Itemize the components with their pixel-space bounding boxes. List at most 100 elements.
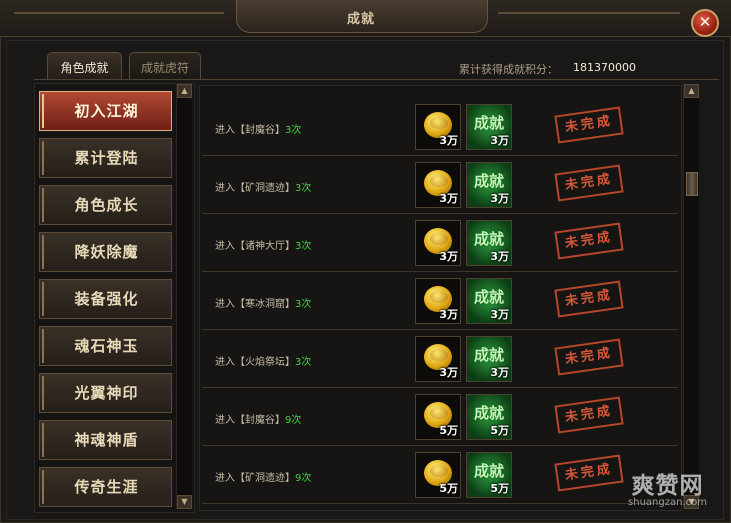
achievement-reward-slot[interactable]: 成就 3万	[466, 336, 512, 382]
incomplete-stamp: 未完成	[554, 280, 624, 318]
gold-reward-slot[interactable]: 3万	[415, 162, 461, 208]
category-item-5[interactable]: 魂石神玉	[39, 326, 172, 366]
gold-reward-amount: 5万	[439, 482, 458, 495]
category-label: 装备强化	[74, 290, 139, 308]
achievement-task-text: 进入【封魔谷】	[215, 125, 285, 136]
tab-divider	[34, 79, 719, 80]
category-label: 魂石神玉	[74, 337, 139, 355]
site-watermark: 爽赞网 shuangzan.com	[610, 466, 725, 508]
achievement-badge-icon: 成就	[473, 172, 504, 190]
tab-achievement-tally[interactable]: 成就虎符	[129, 52, 201, 80]
category-label: 传奇生涯	[74, 478, 139, 496]
close-button[interactable]: ✕	[691, 9, 719, 37]
category-item-8[interactable]: 传奇生涯	[39, 467, 172, 507]
gold-reward-slot[interactable]: 3万	[415, 104, 461, 150]
achievement-task: 进入【封魔谷】3次	[215, 121, 301, 136]
gold-coin-icon	[430, 233, 448, 245]
achievement-task-text: 进入【矿洞遗迹】	[215, 473, 295, 484]
achievement-reward-amount: 3万	[490, 308, 509, 321]
achievement-badge-icon: 成就	[473, 230, 504, 248]
gold-coin-icon	[430, 175, 448, 187]
gold-reward-slot[interactable]: 3万	[415, 220, 461, 266]
achievement-row: 进入【诸神大厅】3次 3万 成就 3万 未完成	[202, 216, 678, 272]
gold-reward-amount: 3万	[439, 250, 458, 263]
achievement-reward-amount: 3万	[490, 134, 509, 147]
achievement-reward-slot[interactable]: 成就 3万	[466, 220, 512, 266]
gold-coin-icon	[430, 291, 448, 303]
achievement-reward-amount: 5万	[490, 424, 509, 437]
gold-reward-slot[interactable]: 5万	[415, 452, 461, 498]
achievement-list-scrollbar[interactable]: ▲ ▼	[683, 84, 699, 509]
achievement-task: 进入【矿洞遗迹】3次	[215, 179, 311, 194]
category-item-6[interactable]: 光翼神印	[39, 373, 172, 413]
gold-reward-amount: 3万	[439, 308, 458, 321]
achievement-row: 进入【矿洞遗迹】3次 3万 成就 3万 未完成	[202, 158, 678, 214]
achievement-row: 进入【矿洞遗迹】9次 5万 成就 5万 未完成	[202, 448, 678, 504]
achievement-reward-amount: 3万	[490, 250, 509, 263]
gold-reward-amount: 3万	[439, 366, 458, 379]
achievement-count: 3次	[295, 357, 312, 368]
achievement-reward-slot[interactable]: 成就 3万	[466, 104, 512, 150]
achievement-task-text: 进入【封魔谷】	[215, 415, 285, 426]
scroll-up-arrow-icon[interactable]: ▲	[177, 84, 192, 98]
scroll-up-arrow-icon[interactable]: ▲	[684, 84, 699, 98]
achievement-reward-slot[interactable]: 成就 3万	[466, 278, 512, 324]
achievement-count: 3次	[285, 125, 302, 136]
achievement-reward-slot[interactable]: 成就 3万	[466, 162, 512, 208]
achievement-task-text: 进入【诸神大厅】	[215, 241, 295, 252]
achievement-row: 进入【寒冰洞窟】3次 3万 成就 3万 未完成	[202, 274, 678, 330]
category-item-7[interactable]: 神魂神盾	[39, 420, 172, 460]
incomplete-stamp: 未完成	[554, 106, 624, 144]
category-item-2[interactable]: 角色成长	[39, 185, 172, 225]
achievement-score-value: 181370000	[573, 61, 636, 74]
category-label: 角色成长	[74, 196, 139, 214]
achievement-task-text: 进入【矿洞遗迹】	[215, 183, 295, 194]
achievement-count: 9次	[285, 415, 302, 426]
title-ornament-right	[498, 12, 680, 14]
watermark-url: shuangzan.com	[628, 497, 707, 508]
gold-reward-slot[interactable]: 5万	[415, 394, 461, 440]
category-item-4[interactable]: 装备强化	[39, 279, 172, 319]
category-label: 光翼神印	[74, 384, 139, 402]
achievement-count: 9次	[295, 473, 312, 484]
category-item-3[interactable]: 降妖除魔	[39, 232, 172, 272]
achievement-task: 进入【火焰祭坛】3次	[215, 353, 311, 368]
achievement-reward-slot[interactable]: 成就 5万	[466, 394, 512, 440]
title-bar[interactable]: 成就 ✕	[0, 0, 731, 37]
achievement-task: 进入【诸神大厅】3次	[215, 237, 311, 252]
achievement-task: 进入【矿洞遗迹】9次	[215, 469, 311, 484]
tab-role-achievement[interactable]: 角色成就	[47, 52, 122, 80]
category-label: 初入江湖	[74, 102, 139, 120]
category-item-1[interactable]: 累计登陆	[39, 138, 172, 178]
category-label: 累计登陆	[74, 149, 139, 167]
window-title: 成就	[346, 12, 375, 27]
gold-reward-slot[interactable]: 3万	[415, 336, 461, 382]
scrollbar-thumb[interactable]	[686, 172, 698, 196]
title-ornament-left	[14, 12, 224, 14]
achievement-window: 成就 ✕ 角色成就 成就虎符 累计获得成就积分： 181370000 初入江湖 …	[0, 0, 731, 523]
category-panel: 初入江湖 累计登陆 角色成长 降妖除魔 装备强化 魂石神玉 光翼神印 神魂神盾 …	[34, 83, 195, 513]
category-label: 神魂神盾	[74, 431, 139, 449]
achievement-count: 3次	[295, 299, 312, 310]
achievement-row: 进入【火焰祭坛】3次 3万 成就 3万 未完成	[202, 332, 678, 388]
gold-reward-slot[interactable]: 3万	[415, 278, 461, 324]
watermark-logo: 爽赞网	[631, 473, 704, 499]
achievement-reward-amount: 5万	[490, 482, 509, 495]
category-scrollbar[interactable]: ▲ ▼	[176, 84, 192, 509]
gold-reward-amount: 3万	[439, 134, 458, 147]
achievement-row: 进入【封魔谷】3次 3万 成就 3万 未完成	[202, 100, 678, 156]
achievement-badge-icon: 成就	[473, 288, 504, 306]
achievement-task-text: 进入【火焰祭坛】	[215, 357, 295, 368]
category-item-0[interactable]: 初入江湖	[39, 91, 172, 131]
achievement-badge-icon: 成就	[473, 346, 504, 364]
achievement-row: 进入【封魔谷】9次 5万 成就 5万 未完成	[202, 390, 678, 446]
achievement-reward-slot[interactable]: 成就 5万	[466, 452, 512, 498]
gold-coin-icon	[430, 465, 448, 477]
achievement-count: 3次	[295, 183, 312, 194]
achievement-badge-icon: 成就	[473, 462, 504, 480]
gold-reward-amount: 5万	[439, 424, 458, 437]
scroll-down-arrow-icon[interactable]: ▼	[177, 495, 192, 509]
achievement-list: 进入【封魔谷】3次 3万 成就 3万 未完成 进入【矿洞遗迹】3次 3万 成就 3万…	[199, 85, 682, 511]
achievement-score-label: 累计获得成就积分：	[459, 63, 558, 76]
achievement-count: 3次	[295, 241, 312, 252]
